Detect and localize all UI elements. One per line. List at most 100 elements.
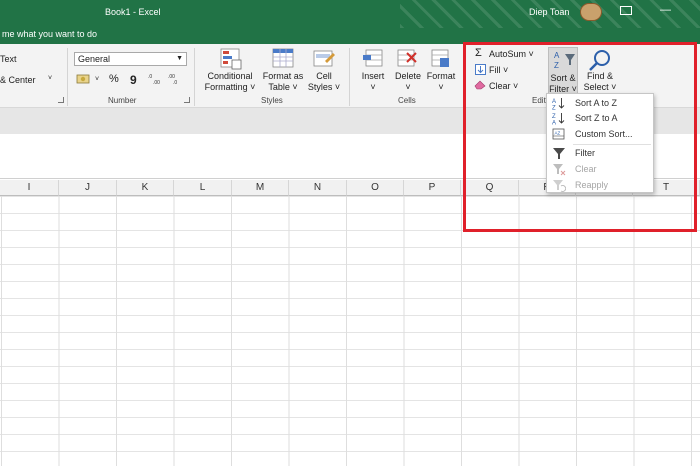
tell-me-input[interactable]: me what you want to do xyxy=(2,29,97,39)
column-header[interactable]: P xyxy=(404,180,461,196)
svg-text:A: A xyxy=(552,121,556,126)
svg-text:Z: Z xyxy=(552,106,556,111)
cell-styles-button[interactable]: Cell Styles ˅ xyxy=(304,71,344,93)
insert-chevron: ˅ xyxy=(370,82,376,92)
fill-button[interactable]: Fill ˅ xyxy=(489,65,508,75)
svg-text:.0: .0 xyxy=(148,74,152,80)
menu-item-sort-z-a[interactable]: Z A Sort Z to A xyxy=(547,111,653,126)
conditional-formatting-button[interactable]: Conditional Formatting ˅ xyxy=(201,71,259,93)
clear-filter-icon xyxy=(553,164,566,176)
number-format-value: General xyxy=(78,54,111,64)
chevron-down-icon: ▼ xyxy=(176,55,183,62)
svg-text:Z: Z xyxy=(552,114,556,120)
decrease-decimal-icon[interactable]: .00 .0 xyxy=(168,73,184,85)
svg-text:.0: .0 xyxy=(173,80,177,85)
minimize-icon[interactable]: — xyxy=(660,4,671,16)
find-magnifier-icon xyxy=(589,50,610,71)
percent-button[interactable]: % xyxy=(109,73,119,85)
column-header[interactable]: O xyxy=(347,180,404,196)
menu-item-label: Sort A to Z xyxy=(575,98,618,108)
wrap-text-button[interactable]: Text xyxy=(0,54,17,64)
title-bar: Book1 - Excel Diep Toan — xyxy=(0,0,700,28)
format-as-table-icon xyxy=(272,48,294,68)
reapply-icon xyxy=(553,180,566,192)
format-as-table-button[interactable]: Format as Table ˅ xyxy=(258,71,308,93)
sort-filter-label-1: Sort & xyxy=(550,73,576,83)
number-format-select[interactable]: General ▼ xyxy=(74,52,187,66)
svg-text:.00: .00 xyxy=(153,80,160,85)
menu-item-sort-a-z[interactable]: A Z Sort A to Z xyxy=(547,96,653,111)
menu-item-label: Reapply xyxy=(575,180,609,190)
column-header[interactable]: J xyxy=(59,180,117,196)
ribbon-display-options-icon[interactable] xyxy=(620,6,632,15)
comma-style-button[interactable]: 9 xyxy=(130,73,137,87)
alignment-launcher-icon[interactable] xyxy=(58,97,64,103)
merge-center-button[interactable]: & Center xyxy=(0,75,36,85)
find-select-button[interactable]: Find & Select ˅ xyxy=(580,71,620,93)
column-header[interactable]: Q xyxy=(461,180,519,196)
delete-button[interactable]: Delete ˅ xyxy=(390,71,426,93)
delete-cells-icon xyxy=(397,49,417,67)
styles-group-label: Styles xyxy=(261,96,283,105)
cell-styles-label-2: Styles ˅ xyxy=(307,82,341,92)
sort-filter-button[interactable]: A Z Sort & Filter ˅ xyxy=(548,47,578,95)
format-as-table-label-1: Format as xyxy=(262,71,304,81)
menu-item-label: Clear xyxy=(575,164,597,174)
clear-button[interactable]: Clear ˅ xyxy=(489,81,518,91)
svg-text:A: A xyxy=(552,99,556,105)
svg-text:A: A xyxy=(554,51,560,60)
menu-item-custom-sort[interactable]: AZ Custom Sort... xyxy=(547,127,653,142)
menu-item-label: Sort Z to A xyxy=(575,113,618,123)
currency-icon[interactable] xyxy=(76,73,90,85)
insert-cells-icon xyxy=(363,49,383,67)
menu-item-filter[interactable]: Filter xyxy=(547,146,653,161)
delete-label: Delete xyxy=(394,71,421,81)
conditional-formatting-label-2: Formatting ˅ xyxy=(204,82,256,92)
menu-item-clear: Clear xyxy=(547,162,653,177)
group-separator xyxy=(349,48,350,106)
window-title: Book1 - Excel xyxy=(105,7,161,17)
group-separator xyxy=(463,48,464,106)
sort-filter-label: Sort & Filter ˅ xyxy=(549,73,577,95)
eraser-icon xyxy=(474,80,486,90)
column-header[interactable]: N xyxy=(289,180,347,196)
svg-text:AZ: AZ xyxy=(555,131,561,136)
cell-grid[interactable] xyxy=(0,196,700,466)
menu-item-reapply: Reapply xyxy=(547,178,653,193)
increase-decimal-icon[interactable]: .0 .00 xyxy=(148,73,164,85)
insert-button[interactable]: Insert ˅ xyxy=(356,71,390,93)
column-header[interactable]: M xyxy=(232,180,289,196)
merge-center-chevron-icon[interactable]: ˅ xyxy=(48,75,52,82)
filter-icon xyxy=(553,148,565,159)
number-group-label: Number xyxy=(108,96,137,105)
svg-text:Z: Z xyxy=(554,61,559,70)
group-separator xyxy=(194,48,195,106)
avatar[interactable] xyxy=(580,3,602,21)
custom-sort-icon: AZ xyxy=(552,128,565,140)
column-header[interactable]: K xyxy=(117,180,174,196)
menu-item-label: Filter xyxy=(575,148,595,158)
sort-filter-menu: A Z Sort A to Z Z A Sort Z to A AZ Custo… xyxy=(546,93,654,193)
currency-chevron-icon[interactable]: ˅ xyxy=(95,76,99,83)
conditional-formatting-label-1: Conditional xyxy=(207,71,253,81)
group-separator xyxy=(67,48,68,106)
number-launcher-icon[interactable] xyxy=(184,97,190,103)
fill-icon xyxy=(475,64,486,75)
column-header[interactable]: L xyxy=(174,180,232,196)
delete-chevron: ˅ xyxy=(405,82,411,92)
conditional-formatting-icon xyxy=(220,48,242,70)
format-as-table-label-2: Table ˅ xyxy=(268,82,298,92)
find-select-label-1: Find & xyxy=(586,71,613,81)
menu-separator xyxy=(573,144,651,145)
format-chevron: ˅ xyxy=(438,82,444,92)
format-button[interactable]: Format ˅ xyxy=(423,71,459,93)
column-header[interactable]: I xyxy=(0,180,59,196)
format-cells-icon xyxy=(431,49,449,67)
autosum-button[interactable]: AutoSum ˅ xyxy=(489,49,534,59)
user-name[interactable]: Diep Toan xyxy=(529,7,569,17)
cell-styles-label-1: Cell xyxy=(316,71,332,81)
tell-me-bar: me what you want to do xyxy=(0,28,700,44)
autosum-icon: Σ xyxy=(475,47,482,59)
sort-filter-icon: A Z xyxy=(554,51,575,70)
sort-z-a-icon: Z A xyxy=(552,113,565,126)
